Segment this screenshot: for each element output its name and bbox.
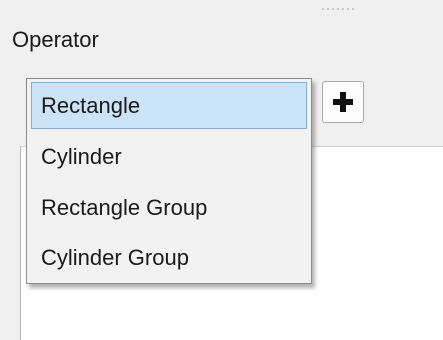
operator-label: Operator — [12, 27, 99, 52]
option-rectangle-group[interactable]: Rectangle Group — [31, 184, 307, 231]
option-rectangle[interactable]: Rectangle — [31, 82, 307, 129]
add-button[interactable] — [322, 81, 364, 123]
option-cylinder[interactable]: Cylinder — [31, 133, 307, 180]
operator-panel: Operator Rectangle Cylinder Rectangle Gr… — [0, 0, 443, 340]
plus-icon — [333, 92, 353, 112]
resize-grip-icon[interactable] — [322, 8, 358, 12]
option-cylinder-group[interactable]: Cylinder Group — [31, 234, 307, 281]
operator-dropdown-list: Rectangle Cylinder Rectangle Group Cylin… — [26, 78, 312, 284]
